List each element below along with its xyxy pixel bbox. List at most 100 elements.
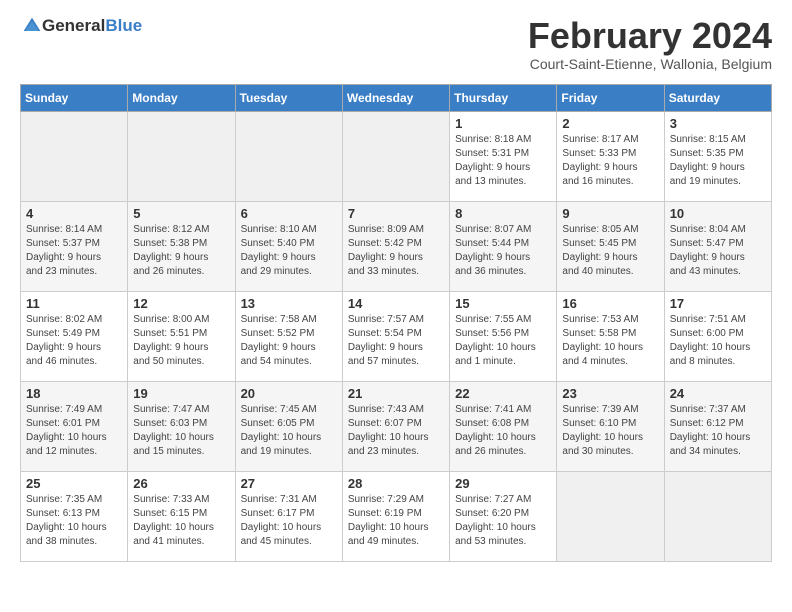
day-info: Sunrise: 7:57 AM Sunset: 5:54 PM Dayligh… bbox=[348, 313, 444, 369]
day-info: Sunrise: 8:10 AM Sunset: 5:40 PM Dayligh… bbox=[241, 223, 337, 279]
day-number: 5 bbox=[133, 206, 229, 221]
day-info: Sunrise: 7:55 AM Sunset: 5:56 PM Dayligh… bbox=[455, 313, 551, 369]
calendar-week-2: 4 Sunrise: 8:14 AM Sunset: 5:37 PM Daylig… bbox=[21, 201, 772, 291]
day-number: 10 bbox=[670, 206, 766, 221]
day-number: 12 bbox=[133, 296, 229, 311]
calendar-cell: 13 Sunrise: 7:58 AM Sunset: 5:52 PM Dayli… bbox=[235, 291, 342, 381]
calendar-cell: 26 Sunrise: 7:33 AM Sunset: 6:15 PM Dayli… bbox=[128, 471, 235, 561]
calendar-cell bbox=[557, 471, 664, 561]
calendar-cell: 21Sunrise: 7:43 AM Sunset: 6:07 PM Dayli… bbox=[342, 381, 449, 471]
day-info: Sunrise: 7:33 AM Sunset: 6:15 PM Dayligh… bbox=[133, 493, 229, 549]
calendar-week-4: 18Sunrise: 7:49 AM Sunset: 6:01 PM Dayli… bbox=[21, 381, 772, 471]
day-info: Sunrise: 7:51 AM Sunset: 6:00 PM Dayligh… bbox=[670, 313, 766, 369]
calendar-week-3: 11Sunrise: 8:02 AM Sunset: 5:49 PM Dayli… bbox=[21, 291, 772, 381]
day-number: 3 bbox=[670, 116, 766, 131]
day-info: Sunrise: 7:58 AM Sunset: 5:52 PM Dayligh… bbox=[241, 313, 337, 369]
day-number: 27 bbox=[241, 476, 337, 491]
calendar-cell: 5 Sunrise: 8:12 AM Sunset: 5:38 PM Daylig… bbox=[128, 201, 235, 291]
weekday-header-thursday: Thursday bbox=[450, 84, 557, 111]
calendar-cell: 10Sunrise: 8:04 AM Sunset: 5:47 PM Dayli… bbox=[664, 201, 771, 291]
day-info: Sunrise: 8:14 AM Sunset: 5:37 PM Dayligh… bbox=[26, 223, 122, 279]
day-info: Sunrise: 7:45 AM Sunset: 6:05 PM Dayligh… bbox=[241, 403, 337, 459]
day-info: Sunrise: 8:00 AM Sunset: 5:51 PM Dayligh… bbox=[133, 313, 229, 369]
day-info: Sunrise: 8:09 AM Sunset: 5:42 PM Dayligh… bbox=[348, 223, 444, 279]
day-info: Sunrise: 7:47 AM Sunset: 6:03 PM Dayligh… bbox=[133, 403, 229, 459]
calendar-cell bbox=[235, 111, 342, 201]
day-number: 11 bbox=[26, 296, 122, 311]
calendar-cell: 25Sunrise: 7:35 AM Sunset: 6:13 PM Dayli… bbox=[21, 471, 128, 561]
calendar-cell: 16 Sunrise: 7:53 AM Sunset: 5:58 PM Dayli… bbox=[557, 291, 664, 381]
calendar-cell bbox=[664, 471, 771, 561]
day-number: 16 bbox=[562, 296, 658, 311]
day-number: 8 bbox=[455, 206, 551, 221]
day-number: 18 bbox=[26, 386, 122, 401]
calendar-cell: 4 Sunrise: 8:14 AM Sunset: 5:37 PM Daylig… bbox=[21, 201, 128, 291]
day-info: Sunrise: 7:41 AM Sunset: 6:08 PM Dayligh… bbox=[455, 403, 551, 459]
day-info: Sunrise: 7:29 AM Sunset: 6:19 PM Dayligh… bbox=[348, 493, 444, 549]
day-number: 13 bbox=[241, 296, 337, 311]
location-title: Court-Saint-Etienne, Wallonia, Belgium bbox=[528, 56, 772, 72]
day-number: 23 bbox=[562, 386, 658, 401]
day-number: 2 bbox=[562, 116, 658, 131]
calendar-cell: 22 Sunrise: 7:41 AM Sunset: 6:08 PM Dayli… bbox=[450, 381, 557, 471]
calendar-cell: 17 Sunrise: 7:51 AM Sunset: 6:00 PM Dayli… bbox=[664, 291, 771, 381]
weekday-header-sunday: Sunday bbox=[21, 84, 128, 111]
calendar-cell: 8 Sunrise: 8:07 AM Sunset: 5:44 PM Daylig… bbox=[450, 201, 557, 291]
day-number: 20 bbox=[241, 386, 337, 401]
day-info: Sunrise: 8:18 AM Sunset: 5:31 PM Dayligh… bbox=[455, 133, 551, 189]
month-title: February 2024 bbox=[528, 16, 772, 56]
calendar-cell: 2 Sunrise: 8:17 AM Sunset: 5:33 PM Daylig… bbox=[557, 111, 664, 201]
weekday-header-tuesday: Tuesday bbox=[235, 84, 342, 111]
calendar-cell: 14 Sunrise: 7:57 AM Sunset: 5:54 PM Dayli… bbox=[342, 291, 449, 381]
title-section: February 2024 Court-Saint-Etienne, Wallo… bbox=[528, 16, 772, 72]
day-number: 29 bbox=[455, 476, 551, 491]
weekday-header-monday: Monday bbox=[128, 84, 235, 111]
day-info: Sunrise: 8:05 AM Sunset: 5:45 PM Dayligh… bbox=[562, 223, 658, 279]
day-number: 9 bbox=[562, 206, 658, 221]
calendar-cell: 28Sunrise: 7:29 AM Sunset: 6:19 PM Dayli… bbox=[342, 471, 449, 561]
calendar-cell: 3 Sunrise: 8:15 AM Sunset: 5:35 PM Daylig… bbox=[664, 111, 771, 201]
day-info: Sunrise: 7:37 AM Sunset: 6:12 PM Dayligh… bbox=[670, 403, 766, 459]
calendar-cell: 12 Sunrise: 8:00 AM Sunset: 5:51 PM Dayli… bbox=[128, 291, 235, 381]
day-info: Sunrise: 7:31 AM Sunset: 6:17 PM Dayligh… bbox=[241, 493, 337, 549]
calendar-cell: 6 Sunrise: 8:10 AM Sunset: 5:40 PM Daylig… bbox=[235, 201, 342, 291]
day-number: 24 bbox=[670, 386, 766, 401]
page-header: GeneralBlue February 2024 Court-Saint-Et… bbox=[20, 16, 772, 72]
day-number: 4 bbox=[26, 206, 122, 221]
calendar-cell bbox=[128, 111, 235, 201]
weekday-header-row: SundayMondayTuesdayWednesdayThursdayFrid… bbox=[21, 84, 772, 111]
day-info: Sunrise: 7:39 AM Sunset: 6:10 PM Dayligh… bbox=[562, 403, 658, 459]
day-info: Sunrise: 8:12 AM Sunset: 5:38 PM Dayligh… bbox=[133, 223, 229, 279]
calendar-cell: 29 Sunrise: 7:27 AM Sunset: 6:20 PM Dayli… bbox=[450, 471, 557, 561]
day-number: 15 bbox=[455, 296, 551, 311]
weekday-header-saturday: Saturday bbox=[664, 84, 771, 111]
day-info: Sunrise: 7:27 AM Sunset: 6:20 PM Dayligh… bbox=[455, 493, 551, 549]
calendar-table: SundayMondayTuesdayWednesdayThursdayFrid… bbox=[20, 84, 772, 562]
day-number: 25 bbox=[26, 476, 122, 491]
day-number: 7 bbox=[348, 206, 444, 221]
calendar-cell bbox=[342, 111, 449, 201]
calendar-cell: 27 Sunrise: 7:31 AM Sunset: 6:17 PM Dayli… bbox=[235, 471, 342, 561]
day-info: Sunrise: 7:53 AM Sunset: 5:58 PM Dayligh… bbox=[562, 313, 658, 369]
calendar-cell: 19Sunrise: 7:47 AM Sunset: 6:03 PM Dayli… bbox=[128, 381, 235, 471]
day-number: 14 bbox=[348, 296, 444, 311]
day-info: Sunrise: 8:17 AM Sunset: 5:33 PM Dayligh… bbox=[562, 133, 658, 189]
day-number: 1 bbox=[455, 116, 551, 131]
calendar-cell: 11Sunrise: 8:02 AM Sunset: 5:49 PM Dayli… bbox=[21, 291, 128, 381]
calendar-cell: 7 Sunrise: 8:09 AM Sunset: 5:42 PM Daylig… bbox=[342, 201, 449, 291]
calendar-cell bbox=[21, 111, 128, 201]
day-info: Sunrise: 7:43 AM Sunset: 6:07 PM Dayligh… bbox=[348, 403, 444, 459]
calendar-cell: 24 Sunrise: 7:37 AM Sunset: 6:12 PM Dayli… bbox=[664, 381, 771, 471]
calendar-week-5: 25Sunrise: 7:35 AM Sunset: 6:13 PM Dayli… bbox=[21, 471, 772, 561]
day-info: Sunrise: 8:15 AM Sunset: 5:35 PM Dayligh… bbox=[670, 133, 766, 189]
calendar-cell: 20 Sunrise: 7:45 AM Sunset: 6:05 PM Dayli… bbox=[235, 381, 342, 471]
calendar-cell: 18Sunrise: 7:49 AM Sunset: 6:01 PM Dayli… bbox=[21, 381, 128, 471]
day-info: Sunrise: 8:07 AM Sunset: 5:44 PM Dayligh… bbox=[455, 223, 551, 279]
day-number: 17 bbox=[670, 296, 766, 311]
day-number: 26 bbox=[133, 476, 229, 491]
logo-blue: Blue bbox=[105, 16, 142, 35]
calendar-cell: 15 Sunrise: 7:55 AM Sunset: 5:56 PM Dayli… bbox=[450, 291, 557, 381]
calendar-week-1: 1 Sunrise: 8:18 AM Sunset: 5:31 PM Daylig… bbox=[21, 111, 772, 201]
day-number: 22 bbox=[455, 386, 551, 401]
day-number: 6 bbox=[241, 206, 337, 221]
